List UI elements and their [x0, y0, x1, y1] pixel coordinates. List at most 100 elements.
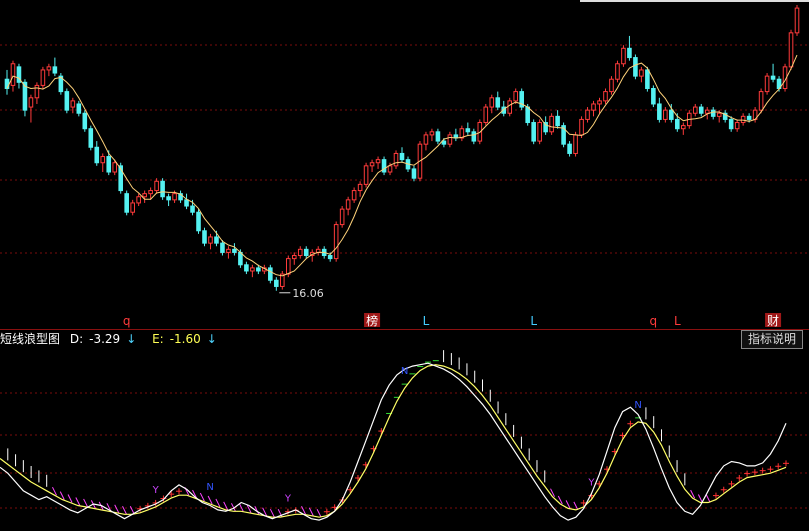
candle-body	[268, 267, 273, 281]
candle-body	[28, 97, 34, 108]
candle-body	[579, 118, 584, 136]
candle-body	[285, 258, 291, 275]
candle-body	[124, 193, 129, 213]
candle-body	[609, 78, 614, 93]
candle-body	[633, 57, 638, 77]
candle-body	[680, 125, 686, 130]
oscillator-low-tick	[75, 497, 81, 506]
candle-body	[100, 156, 106, 164]
event-marker-label: q	[123, 314, 131, 328]
candle-body	[537, 122, 542, 142]
candle-body	[447, 134, 453, 145]
oscillator-low-tick	[67, 494, 73, 503]
oscillator-low-tick	[269, 508, 275, 518]
candle-body	[585, 109, 590, 120]
oscillator-signal-marker: N	[206, 482, 213, 493]
candle-body	[788, 32, 794, 68]
candle-body	[669, 109, 674, 120]
candle-body	[256, 267, 261, 272]
ma5-line	[6, 54, 798, 277]
candle-body	[166, 196, 171, 201]
oscillator-low-tick	[83, 498, 89, 508]
event-marker-label: L	[530, 314, 537, 328]
candle-body	[220, 242, 225, 253]
oscillator-low-tick	[223, 501, 229, 511]
candle-body	[88, 128, 94, 148]
candle-body	[692, 106, 698, 114]
oscillator-low-tick	[215, 498, 221, 508]
candle-body	[663, 109, 668, 120]
candle-body	[52, 66, 58, 74]
candle-body	[375, 159, 381, 164]
oscillator-low-tick	[199, 492, 205, 502]
candle-body	[82, 112, 88, 130]
candle-body	[645, 69, 650, 90]
candle-body	[770, 75, 776, 80]
candle-body	[130, 202, 135, 213]
candle-body	[734, 122, 740, 130]
candle-body	[184, 199, 189, 207]
candle-body	[10, 63, 16, 86]
event-marker-label: 榜	[366, 313, 378, 328]
oscillator-low-tick	[316, 508, 322, 518]
candle-body	[573, 134, 578, 154]
candle-body	[716, 112, 722, 117]
oscillator-low-tick	[705, 494, 711, 503]
e-line	[0, 364, 787, 518]
candle-body	[525, 106, 530, 124]
event-marker-label: q	[650, 314, 658, 328]
candle-body	[46, 66, 52, 71]
candle-body	[746, 115, 752, 120]
candle-body	[64, 91, 70, 111]
candle-body	[136, 196, 141, 204]
candle-body	[70, 100, 76, 108]
candle-body	[112, 162, 118, 173]
candle-body	[764, 75, 770, 93]
candle-body	[615, 63, 620, 80]
oscillator-signal-marker: Y	[284, 494, 292, 505]
candle-body	[232, 248, 237, 253]
oscillator-low-tick	[207, 495, 213, 505]
candle-body	[399, 152, 405, 161]
candle-body	[513, 91, 519, 102]
candle-body	[190, 205, 195, 213]
price-gridlines	[0, 44, 809, 254]
event-marker-label: L	[423, 314, 430, 328]
candle-body	[363, 165, 369, 185]
candle-body	[202, 230, 207, 244]
candle-body	[76, 103, 82, 114]
candle-body	[297, 248, 303, 257]
candle-body	[710, 109, 716, 117]
candle-body	[94, 146, 100, 164]
candle-body	[196, 211, 201, 232]
candle-body	[489, 97, 495, 108]
candle-body	[172, 193, 177, 201]
candle-body	[794, 7, 800, 34]
oscillator-low-tick	[122, 506, 127, 515]
candle-body	[728, 118, 734, 130]
candle-body	[226, 248, 231, 253]
candle-body	[758, 91, 764, 111]
candle-body	[423, 134, 429, 145]
candle-body	[154, 180, 159, 192]
candle-body	[567, 143, 572, 154]
candle-body	[244, 264, 249, 272]
event-marker-label: L	[674, 314, 681, 328]
candle-body	[106, 156, 112, 173]
price-panel: 16.06 q 榜 L Lq L 财	[0, 5, 809, 328]
oscillator-low-tick	[114, 504, 120, 514]
oscillator-signal-marker: Y	[152, 485, 160, 496]
candle-body	[214, 236, 219, 244]
candle-body	[148, 190, 153, 195]
candle-body	[698, 106, 704, 114]
candle-body	[549, 115, 554, 133]
candle-body	[507, 100, 513, 114]
candle-body	[429, 131, 435, 136]
candle-body	[495, 97, 501, 108]
candle-body	[639, 69, 644, 77]
candle-body	[291, 255, 297, 260]
event-marker-label: 财	[767, 314, 779, 328]
kline-chart-window: { "indicator": { "name": "短线浪型图", "d_lab…	[0, 0, 809, 531]
oscillator-signal-marker: N	[401, 366, 408, 377]
candle-body	[621, 47, 626, 65]
